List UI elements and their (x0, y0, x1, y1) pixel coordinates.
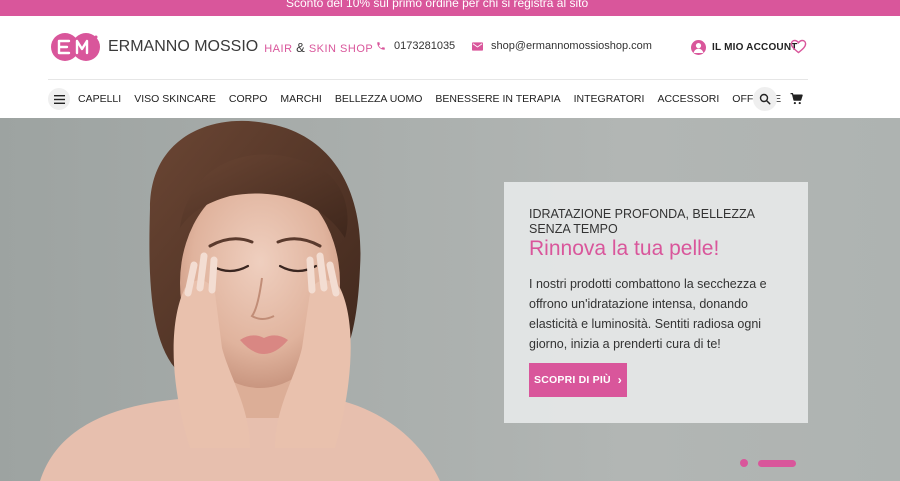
nav-item-corpo[interactable]: CORPO (229, 93, 268, 105)
tagline-amp: & (296, 39, 306, 55)
account-link[interactable]: IL MIO ACCOUNT (691, 40, 798, 55)
brand-tagline: HAIR & SKIN SHOP (264, 40, 373, 55)
discover-more-button[interactable]: SCOPRI DI PIÙ › (529, 363, 627, 397)
promo-bar: Sconto del 10% sul primo ordine per chi … (0, 0, 900, 16)
nav-item-bellezza-uomo[interactable]: BELLEZZA UOMO (335, 93, 423, 105)
email-contact[interactable]: shop@ermannomossioshop.com (472, 40, 652, 52)
em-monogram-logo-icon (51, 33, 100, 61)
account-label: IL MIO ACCOUNT (712, 42, 798, 53)
nav-item-benessere-in-terapia[interactable]: BENESSERE IN TERAPIA (435, 93, 560, 105)
chevron-right-icon: › (617, 373, 622, 387)
cta-label: SCOPRI DI PIÙ (534, 374, 611, 386)
slide-indicator-2-active[interactable] (758, 459, 796, 467)
phone-number: 0173281035 (394, 40, 456, 52)
hero-card: IDRATAZIONE PROFONDA, BELLEZZA SENZA TEM… (504, 182, 808, 423)
woman-portrait-image (40, 120, 440, 481)
phone-icon (377, 42, 385, 50)
nav-item-integratori[interactable]: INTEGRATORI (574, 93, 645, 105)
cart-button[interactable] (784, 87, 808, 111)
tagline-skin-shop: SKIN SHOP (308, 42, 374, 55)
hamburger-icon (53, 94, 65, 104)
search-button[interactable] (753, 87, 777, 111)
slide-indicator-1[interactable] (740, 459, 748, 467)
slider-pagination (740, 459, 796, 467)
nav-item-marchi[interactable]: MARCHI (280, 93, 321, 105)
site-logo[interactable]: ERMANNO MOSSIO HAIR & SKIN SHOP (50, 32, 373, 62)
brand-name: ERMANNO MOSSIO (108, 38, 259, 55)
hero-description: I nostri prodotti combattono la secchezz… (529, 277, 767, 351)
nav-item-viso-skincare[interactable]: VISO SKINCARE (134, 93, 216, 105)
promo-text: Sconto del 10% sul primo ordine per chi … (286, 0, 589, 10)
phone-contact[interactable]: 0173281035 (376, 40, 455, 52)
user-avatar-icon (691, 40, 706, 55)
cart-icon (790, 93, 803, 105)
heart-icon[interactable] (790, 39, 807, 54)
envelope-icon (472, 41, 483, 51)
main-navigation: CAPELLI VISO SKINCARE CORPO MARCHI BELLE… (0, 80, 900, 118)
search-icon (759, 93, 771, 105)
nav-items: CAPELLI VISO SKINCARE CORPO MARCHI BELLE… (78, 93, 781, 105)
nav-item-capelli[interactable]: CAPELLI (78, 93, 121, 105)
hero-title: Rinnova la tua pelle! (529, 237, 720, 260)
hero-banner: IDRATAZIONE PROFONDA, BELLEZZA SENZA TEM… (0, 118, 900, 481)
hero-eyebrow: IDRATAZIONE PROFONDA, BELLEZZA SENZA TEM… (529, 207, 755, 236)
menu-button[interactable] (48, 88, 70, 110)
nav-item-accessori[interactable]: ACCESSORI (657, 93, 719, 105)
tagline-hair: HAIR (264, 42, 293, 55)
email-address: shop@ermannomossioshop.com (491, 40, 652, 52)
site-header: ERMANNO MOSSIO HAIR & SKIN SHOP 01732810… (0, 16, 900, 80)
